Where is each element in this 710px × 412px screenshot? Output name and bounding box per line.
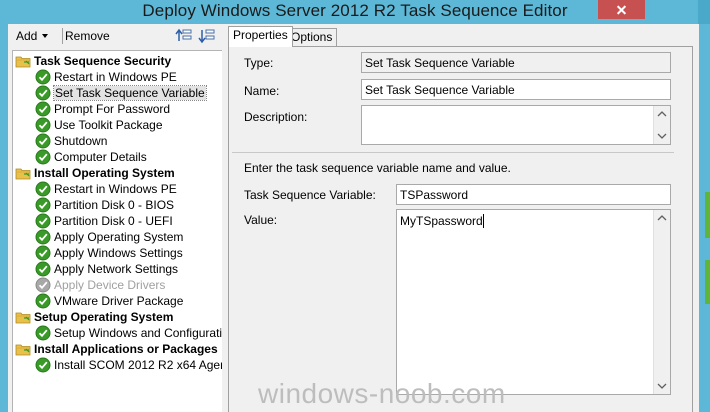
tab-label: Options: [291, 30, 333, 44]
add-button[interactable]: Add: [16, 29, 49, 43]
tree-item-label: Use Toolkit Package: [54, 118, 163, 132]
check-icon: [35, 149, 51, 165]
tree-item-label: Restart in Windows PE: [54, 70, 177, 84]
background-accent: [705, 192, 710, 238]
value-text: MyTSpassword: [400, 214, 484, 228]
title-bar: Deploy Windows Server 2012 R2 Task Seque…: [0, 0, 710, 24]
folder-icon: [15, 53, 31, 69]
folder-icon: [15, 309, 31, 325]
check-icon: [35, 101, 51, 117]
description-field[interactable]: [361, 105, 671, 145]
toolbar-separator: [62, 28, 63, 44]
close-button[interactable]: [598, 0, 645, 19]
tab-label: Properties: [233, 28, 288, 42]
tree-item-label: Setup Operating System: [34, 310, 174, 324]
move-down-icon[interactable]: [198, 28, 216, 44]
check-icon: [35, 213, 51, 229]
type-label: Type:: [244, 56, 274, 70]
scroll-down-icon[interactable]: [654, 377, 670, 394]
variable-field[interactable]: TSPassword: [396, 184, 671, 205]
tree-item-label: Install SCOM 2012 R2 x64 Agent: [54, 358, 222, 372]
check-icon: [35, 277, 51, 293]
remove-button[interactable]: Remove: [65, 29, 110, 43]
description-scrollbar[interactable]: [653, 106, 670, 144]
window-frame-left: [0, 24, 8, 412]
description-label: Description:: [244, 110, 308, 124]
check-icon: [35, 133, 51, 149]
name-label: Name:: [244, 84, 280, 98]
window-frame-right: [699, 24, 710, 412]
name-field[interactable]: Set Task Sequence Variable: [361, 79, 671, 100]
tree-item-label: Computer Details: [54, 150, 147, 164]
check-icon: [35, 245, 51, 261]
tree-item-label: Apply Windows Settings: [54, 246, 183, 260]
toolbar: Add Remove: [8, 26, 223, 48]
scroll-up-icon[interactable]: [654, 106, 670, 123]
background-accent: [705, 260, 710, 304]
tree-item-label: VMware Driver Package: [54, 294, 184, 308]
tab-options[interactable]: Options: [286, 28, 338, 46]
scroll-up-icon[interactable]: [654, 210, 670, 227]
check-icon: [35, 357, 51, 373]
tree-item-label: Restart in Windows PE: [54, 182, 177, 196]
tree-item-label: Task Sequence Security: [34, 54, 172, 68]
watermark: windows-noob.com: [258, 378, 506, 409]
tree-item-label: Set Task Sequence Variable: [53, 85, 207, 101]
check-icon: [35, 85, 51, 101]
tree-item-label: Apply Device Drivers: [54, 278, 166, 292]
check-icon: [35, 181, 51, 197]
tree-item-label: Apply Network Settings: [54, 262, 179, 276]
move-up-icon[interactable]: [175, 28, 193, 44]
folder-icon: [15, 341, 31, 357]
tree-item-label: Shutdown: [54, 134, 108, 148]
tree-item-label: Install Applications or Packages: [34, 342, 218, 356]
chevron-down-icon: [42, 34, 49, 38]
check-icon: [35, 69, 51, 85]
check-icon: [35, 117, 51, 133]
tree-item-label: Partition Disk 0 - UEFI: [54, 214, 173, 228]
scroll-down-icon[interactable]: [654, 127, 670, 144]
variable-label: Task Sequence Variable:: [244, 188, 376, 202]
tree-item-label: Install Operating System: [34, 166, 175, 180]
value-label: Value:: [244, 213, 278, 227]
value-scrollbar[interactable]: [653, 210, 670, 394]
title-bar-edge: [698, 0, 710, 24]
divider: [232, 152, 674, 153]
tree-item-label: Apply Operating System: [54, 230, 184, 244]
check-icon: [35, 229, 51, 245]
type-field: Set Task Sequence Variable: [361, 52, 671, 73]
folder-icon: [15, 165, 31, 181]
tab-properties[interactable]: Properties: [228, 26, 293, 47]
instruction-text: Enter the task sequence variable name an…: [244, 161, 511, 175]
add-button-label: Add: [16, 29, 38, 43]
tree-item-label: Partition Disk 0 - BIOS: [54, 198, 175, 212]
tree-item-label: Setup Windows and Configuration: [54, 326, 222, 340]
check-icon: [35, 197, 51, 213]
check-icon: [35, 261, 51, 277]
tree-item-label: Prompt For Password: [54, 102, 171, 116]
check-icon: [35, 293, 51, 309]
value-field[interactable]: MyTSpassword: [396, 209, 671, 395]
task-sequence-tree[interactable]: Task Sequence Security Restart in Windows…: [12, 50, 222, 412]
check-icon: [35, 325, 51, 341]
